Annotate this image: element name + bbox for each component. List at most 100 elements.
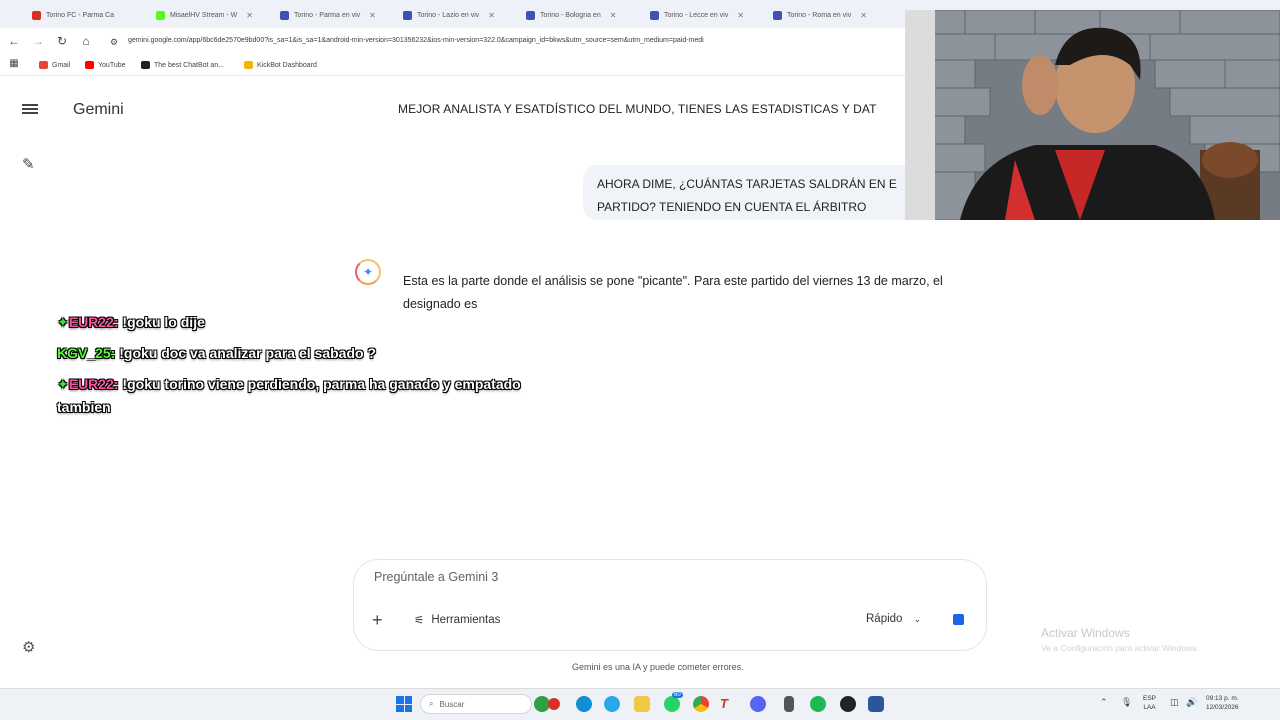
tools-button[interactable]: ⚟ Herramientas bbox=[414, 613, 500, 627]
model-answer: Esta es la parte donde el análisis se po… bbox=[403, 274, 943, 311]
badge-icon: ✦ bbox=[57, 314, 69, 330]
url-field[interactable]: gemini.google.com/app/6bc6de2570e9bd00?i… bbox=[128, 37, 704, 44]
disclaimer: Gemini es una IA y puede cometer errores… bbox=[572, 662, 744, 672]
kickbot-icon bbox=[244, 61, 253, 69]
home-icon[interactable]: ⌂ bbox=[78, 34, 94, 48]
windows-activation-subtitle: Ve a Configuración para activar Windows. bbox=[1041, 643, 1199, 653]
telegram-icon[interactable] bbox=[604, 696, 620, 712]
chat-username: EUR22: bbox=[68, 376, 119, 392]
app-title: Gemini bbox=[73, 101, 124, 118]
browser-tab[interactable]: MisaelHV Stream - W ✕ bbox=[156, 8, 268, 22]
webcam-overlay bbox=[905, 10, 1280, 220]
tab-favicon bbox=[526, 10, 535, 20]
site-info-icon[interactable]: ⚙ bbox=[106, 37, 122, 48]
mode-label: Rápido bbox=[866, 613, 903, 625]
bookmark-kickbot[interactable]: KickBot Dashboard bbox=[244, 61, 317, 69]
whatsapp-badge: 60 bbox=[672, 692, 683, 698]
chat-message: KGV_25: !goku doc va analizar para el sa… bbox=[57, 342, 527, 365]
clock-time: 09:13 p. m. bbox=[1206, 695, 1239, 702]
discord-icon[interactable] bbox=[750, 696, 766, 712]
tab-label: Torino FC - Parma Ca bbox=[46, 11, 115, 19]
tab-label: Torino - Bologna en bbox=[540, 11, 601, 19]
forward-icon[interactable]: → bbox=[30, 34, 46, 48]
edit-icon[interactable]: ✎ bbox=[22, 155, 35, 173]
chrome-icon[interactable] bbox=[693, 696, 709, 712]
microphone-icon[interactable]: 🎙 bbox=[1121, 697, 1132, 708]
chat-username: KGV_25: bbox=[57, 345, 116, 361]
browser-tab[interactable]: Torino - Bologna en ✕ bbox=[526, 8, 638, 22]
browser-tab[interactable]: Torino - Lazio en viv ✕ bbox=[403, 8, 515, 22]
edge-icon[interactable] bbox=[576, 696, 592, 712]
windows-activation-title: Activar Windows bbox=[1041, 626, 1130, 640]
windows-start-icon[interactable] bbox=[396, 696, 412, 712]
menu-icon[interactable] bbox=[22, 102, 38, 118]
close-icon[interactable]: ✕ bbox=[246, 11, 253, 20]
volume-icon[interactable]: 🔊 bbox=[1186, 697, 1197, 708]
file-explorer-icon[interactable] bbox=[634, 696, 650, 712]
chat-username: EUR22: bbox=[68, 314, 119, 330]
apps-grid-icon[interactable]: ▦ bbox=[6, 58, 22, 69]
language-line2: LAA bbox=[1143, 704, 1156, 711]
tab-label: Torino - Parma en viv bbox=[294, 11, 361, 19]
gmail-icon bbox=[39, 61, 48, 69]
clock-date: 12/03/2026 bbox=[1206, 704, 1239, 711]
chat-text: !goku torino viene perdiendo, parma ha g… bbox=[57, 376, 521, 415]
word-icon[interactable] bbox=[868, 696, 884, 712]
webcam-image bbox=[905, 10, 1280, 220]
browser-tab[interactable]: Torino - Lecce en viv ✕ bbox=[650, 8, 762, 22]
chevron-down-icon: ⌄ bbox=[913, 614, 922, 624]
chat-text: !goku doc va analizar para el sabado ? bbox=[119, 345, 376, 361]
back-icon[interactable]: ← bbox=[6, 34, 22, 48]
taskbar-search[interactable]: ⌕ Buscar bbox=[420, 694, 532, 714]
language-line1: ESP bbox=[1143, 695, 1157, 702]
chat-message: ✦EUR22: !goku torino viene perdiendo, pa… bbox=[57, 373, 527, 419]
whatsapp-icon[interactable]: 60 bbox=[664, 692, 683, 712]
bookmark-chatbot[interactable]: The best ChatBot an... bbox=[141, 61, 224, 69]
close-icon[interactable]: ✕ bbox=[488, 11, 495, 20]
gemini-spark-icon: ✦ bbox=[355, 259, 381, 285]
bookmark-gmail[interactable]: Gmail bbox=[39, 61, 70, 69]
reload-icon[interactable]: ↻ bbox=[54, 34, 70, 48]
tab-favicon bbox=[280, 10, 289, 20]
network-icon[interactable]: ◫ bbox=[1170, 697, 1179, 708]
close-icon[interactable]: ✕ bbox=[369, 11, 376, 20]
bookmark-label: KickBot Dashboard bbox=[257, 61, 317, 69]
user-message: AHORA DIME, ¿CUÁNTAS TARJETAS SALDRÁN EN… bbox=[583, 165, 923, 220]
youtube-icon bbox=[85, 61, 94, 69]
taskbar-search-label: Buscar bbox=[439, 699, 465, 709]
stop-icon[interactable] bbox=[953, 614, 964, 625]
tools-icon: ⚟ bbox=[414, 615, 425, 627]
tab-label: Torino - Lazio en viv bbox=[417, 11, 480, 19]
bookmark-youtube[interactable]: YouTube bbox=[85, 61, 126, 69]
app-icon[interactable] bbox=[548, 698, 560, 710]
close-icon[interactable]: ✕ bbox=[860, 11, 867, 20]
badge-icon: ✦ bbox=[57, 376, 69, 392]
close-icon[interactable]: ✕ bbox=[610, 11, 617, 20]
tab-label: Torino - Lecce en viv bbox=[664, 11, 729, 19]
chevron-up-icon[interactable]: ⌃ bbox=[1100, 697, 1108, 708]
chat-message: ✦EUR22: !goku lo dije bbox=[57, 311, 527, 334]
spotify-icon[interactable] bbox=[810, 696, 826, 712]
browser-tab[interactable]: Torino - Parma en viv ✕ bbox=[280, 8, 392, 22]
text-app-icon[interactable]: T bbox=[720, 696, 736, 712]
calculator-icon[interactable] bbox=[784, 696, 794, 712]
browser-tab[interactable]: Torino - Roma en viv ✕ bbox=[773, 8, 885, 22]
chatbot-icon bbox=[141, 61, 150, 69]
settings-icon[interactable]: ⚙ bbox=[22, 638, 35, 656]
language-indicator[interactable]: ESP LAA bbox=[1143, 694, 1156, 712]
plus-icon[interactable]: + bbox=[372, 610, 383, 631]
tab-label: Torino - Roma en viv bbox=[787, 11, 852, 19]
close-icon[interactable]: ✕ bbox=[737, 11, 744, 20]
tab-favicon bbox=[32, 10, 41, 20]
conversation-title[interactable]: MEJOR ANALISTA Y ESATDÍSTICO DEL MUNDO, … bbox=[398, 102, 905, 116]
obs-icon[interactable] bbox=[840, 696, 856, 712]
browser-tab[interactable]: Torino FC - Parma Ca bbox=[32, 8, 150, 22]
chat-text: !goku lo dije bbox=[122, 314, 205, 330]
mode-selector[interactable]: Rápido ⌄ bbox=[866, 613, 921, 625]
prompt-input[interactable]: Pregúntale a Gemini 3 bbox=[374, 570, 498, 584]
tab-favicon bbox=[773, 10, 782, 20]
tab-label: MisaelHV Stream - W bbox=[170, 11, 238, 19]
search-icon: ⌕ bbox=[429, 699, 434, 708]
tab-favicon bbox=[403, 10, 412, 20]
clock[interactable]: 09:13 p. m. 12/03/2026 bbox=[1206, 694, 1239, 712]
